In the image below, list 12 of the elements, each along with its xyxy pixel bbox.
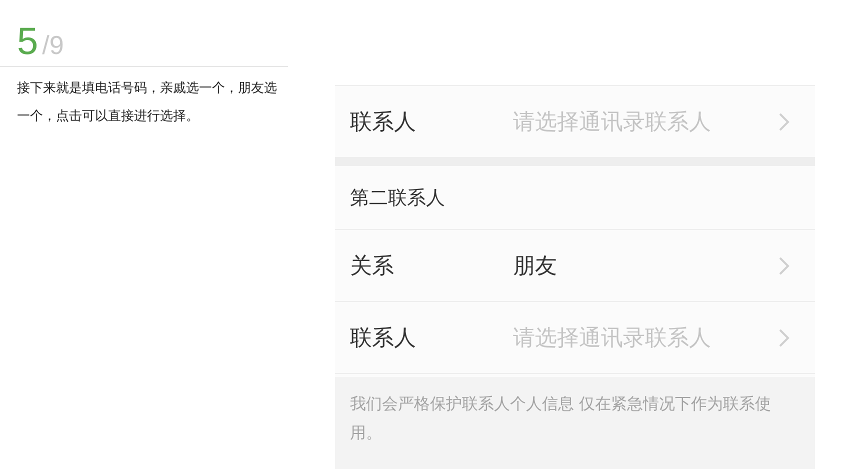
step-number: 5 [17, 22, 38, 62]
caption-text: 接下来就是填电话号码，亲戚选一个，朋友选一个，点击可以直接进行选择。 [17, 80, 278, 126]
chevron-icon [778, 328, 790, 348]
row-value: 朋友 [513, 252, 558, 280]
form-row[interactable]: 关系 朋友 [335, 230, 815, 302]
chevron-icon [778, 256, 790, 276]
row-label: 联系人 [350, 108, 417, 136]
section-title: 第二联系人 [335, 166, 815, 230]
chevron-icon [778, 112, 790, 132]
row-label: 关系 [350, 252, 395, 280]
row-label: 联系人 [350, 324, 417, 352]
notice-text: 我们会严格保护联系人个人信息 仅在紧急情况下作为联系使用。 [350, 393, 772, 444]
